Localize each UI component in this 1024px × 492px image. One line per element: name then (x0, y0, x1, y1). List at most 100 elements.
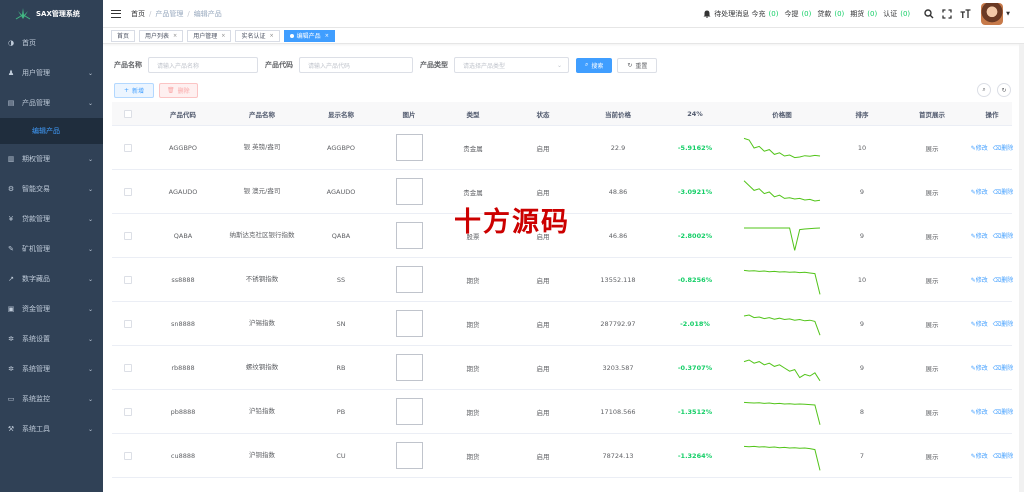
row-checkbox[interactable] (124, 143, 132, 152)
product-image[interactable] (395, 442, 423, 469)
product-image[interactable] (395, 310, 423, 337)
refresh-button[interactable]: ↻ (997, 83, 1011, 97)
table-row[interactable]: rb8888 螺纹钢指数 RB 期货 启用 3203.587 -0.3707% 9 展示 ✎修改 ⌫… (112, 346, 1014, 390)
product-image[interactable] (395, 222, 423, 249)
row-checkbox[interactable] (124, 451, 132, 460)
sidebar-item-4[interactable]: ⚙ 智能交易 ⌄ (0, 174, 103, 204)
edit-button[interactable]: ✎修改 (971, 319, 988, 328)
table-row[interactable]: AGGBPO 银 英镑/盎司 AGGBPO 贵金属 启用 22.9 -5.9162% 10 展示… (112, 126, 1014, 170)
edit-button[interactable]: ✎修改 (971, 187, 988, 196)
tag-4[interactable]: 编辑产品 × (283, 29, 335, 42)
tag-3[interactable]: 实名认证 × (235, 29, 280, 42)
delete-row-button[interactable]: ⌫删除 (993, 187, 1014, 196)
edit-button[interactable]: ✎修改 (971, 275, 988, 284)
row-checkbox[interactable] (124, 407, 132, 416)
row-checkbox[interactable] (124, 319, 132, 328)
close-icon[interactable]: × (269, 33, 273, 39)
price-chart-cell (732, 434, 832, 477)
delete-row-button[interactable]: ⌫删除 (993, 231, 1014, 240)
loan-label[interactable]: 贷款 (817, 9, 831, 19)
edit-button[interactable]: ✎修改 (971, 363, 988, 372)
delete-row-button[interactable]: ⌫删除 (993, 407, 1014, 416)
table-row[interactable]: ss8888 不锈钢指数 SS 期货 启用 13552.118 -0.8256% 10 展示 ✎修… (112, 258, 1014, 302)
delete-row-button[interactable]: ⌫删除 (993, 319, 1014, 328)
home-display: 展示 (925, 408, 939, 417)
delete-label: 删除 (1001, 189, 1014, 196)
reset-button[interactable]: ↻ 重置 (617, 57, 658, 73)
edit-button[interactable]: ✎修改 (971, 231, 988, 240)
delete-row-button[interactable]: ⌫删除 (993, 363, 1014, 372)
avatar[interactable] (981, 3, 1004, 25)
product-image[interactable] (395, 266, 423, 293)
tag-2[interactable]: 用户管理 × (187, 29, 232, 42)
sidebar-item-9[interactable]: ✲ 系统设置 ⌄ (0, 324, 103, 354)
column-header: 产品代码 (170, 110, 196, 119)
product-name: 螺纹钢指数 (245, 363, 279, 371)
product-image[interactable] (395, 178, 423, 205)
search-button[interactable]: ⌕ 搜索 (576, 57, 613, 73)
sidebar-item-0[interactable]: ◑ 首页 (0, 28, 103, 58)
product-name-input[interactable]: 请输入产品名称 (148, 57, 258, 73)
caret-down-icon[interactable]: ▼ (1006, 11, 1010, 17)
current-price: 287792.97 (600, 319, 636, 328)
delete-row-button[interactable]: ⌫删除 (993, 451, 1014, 460)
edit-button[interactable]: ✎修改 (971, 451, 988, 460)
app-logo[interactable]: SAX管理系统 (0, 0, 103, 28)
sidebar-item-2[interactable]: ▤ 产品管理 ⌄ (0, 88, 103, 118)
breadcrumb-product-management[interactable]: 产品管理 (155, 9, 183, 19)
product-image[interactable] (395, 134, 423, 161)
search-icon[interactable] (924, 9, 934, 19)
delete-button[interactable]: 🗑 删除 (159, 83, 198, 98)
select-all-checkbox[interactable] (124, 109, 132, 118)
hamburger-icon[interactable] (111, 9, 121, 18)
close-icon[interactable]: × (173, 33, 177, 39)
table-row[interactable]: sn8888 沪锡指数 SN 期货 启用 287792.97 -2.018% 9 展示 ✎修改 ⌫删… (112, 302, 1014, 346)
chevron-down-icon: ⌄ (87, 395, 93, 403)
table-row[interactable]: pb8888 沪铅指数 PB 期货 启用 17108.566 -1.3512% 8 展示 ✎修改 ⌫… (112, 390, 1014, 434)
product-type: 期货 (466, 276, 480, 285)
add-button[interactable]: + 新增 (114, 83, 155, 98)
edit-button[interactable]: ✎修改 (971, 143, 988, 152)
product-image[interactable] (395, 398, 423, 425)
toggle-search-button[interactable]: ⌕ (977, 83, 991, 97)
withdraw-label[interactable]: 今提 (784, 9, 798, 19)
close-icon[interactable]: × (325, 33, 329, 39)
close-icon[interactable]: × (221, 33, 225, 39)
sidebar-subitem-edit-product[interactable]: 编辑产品 (0, 118, 103, 144)
sidebar-item-11[interactable]: ▭ 系统监控 ⌄ (0, 384, 103, 414)
delete-row-button[interactable]: ⌫删除 (993, 275, 1014, 284)
futures-label[interactable]: 期货 (850, 9, 864, 19)
tag-1[interactable]: 用户列表 × (139, 29, 184, 42)
auth-label[interactable]: 认证 (883, 9, 897, 19)
font-size-icon[interactable] (960, 9, 971, 19)
edit-button[interactable]: ✎修改 (971, 407, 988, 416)
vertical-scrollbar[interactable] (1019, 44, 1024, 492)
sidebar-item-12[interactable]: ⚒ 系统工具 ⌄ (0, 414, 103, 444)
tag-0[interactable]: 首页 (111, 29, 136, 42)
fullscreen-icon[interactable] (942, 9, 952, 19)
sidebar-item-label: 贷款管理 (22, 215, 50, 223)
document-icon: ▤ (7, 99, 15, 107)
display-name: SN (336, 319, 346, 328)
breadcrumb-home[interactable]: 首页 (131, 9, 145, 19)
row-checkbox[interactable] (124, 231, 132, 240)
product-image[interactable] (395, 354, 423, 381)
sidebar-item-5[interactable]: ¥ 贷款管理 ⌄ (0, 204, 103, 234)
product-code-input[interactable]: 请输入产品代码 (299, 57, 413, 73)
row-actions: ✎修改 ⌫删除 (971, 143, 1014, 152)
delete-row-button[interactable]: ⌫删除 (993, 143, 1014, 152)
sidebar-item-8[interactable]: ▣ 资金管理 ⌄ (0, 294, 103, 324)
table-row[interactable]: cu8888 沪铜指数 CU 期货 启用 78724.13 -1.3264% 7 展示 ✎修改 ⌫删… (112, 434, 1014, 478)
row-checkbox[interactable] (124, 363, 132, 372)
sort-order: 10 (857, 275, 867, 284)
sidebar-item-7[interactable]: ↗ 数字藏品 ⌄ (0, 264, 103, 294)
notice-label[interactable]: 待处理消息 今充 (714, 9, 765, 19)
sidebar-item-1[interactable]: ♟ 用户管理 ⌄ (0, 58, 103, 88)
sidebar-item-10[interactable]: ✲ 系统管理 ⌄ (0, 354, 103, 384)
sidebar-item-3[interactable]: ▥ 期权管理 ⌄ (0, 144, 103, 174)
product-type-select[interactable]: 请选择产品类型 ⌄ (454, 57, 569, 73)
row-checkbox[interactable] (124, 275, 132, 284)
bell-icon[interactable] (703, 10, 711, 18)
sidebar-item-6[interactable]: ✎ 矿机管理 ⌄ (0, 234, 103, 264)
row-checkbox[interactable] (124, 187, 132, 196)
